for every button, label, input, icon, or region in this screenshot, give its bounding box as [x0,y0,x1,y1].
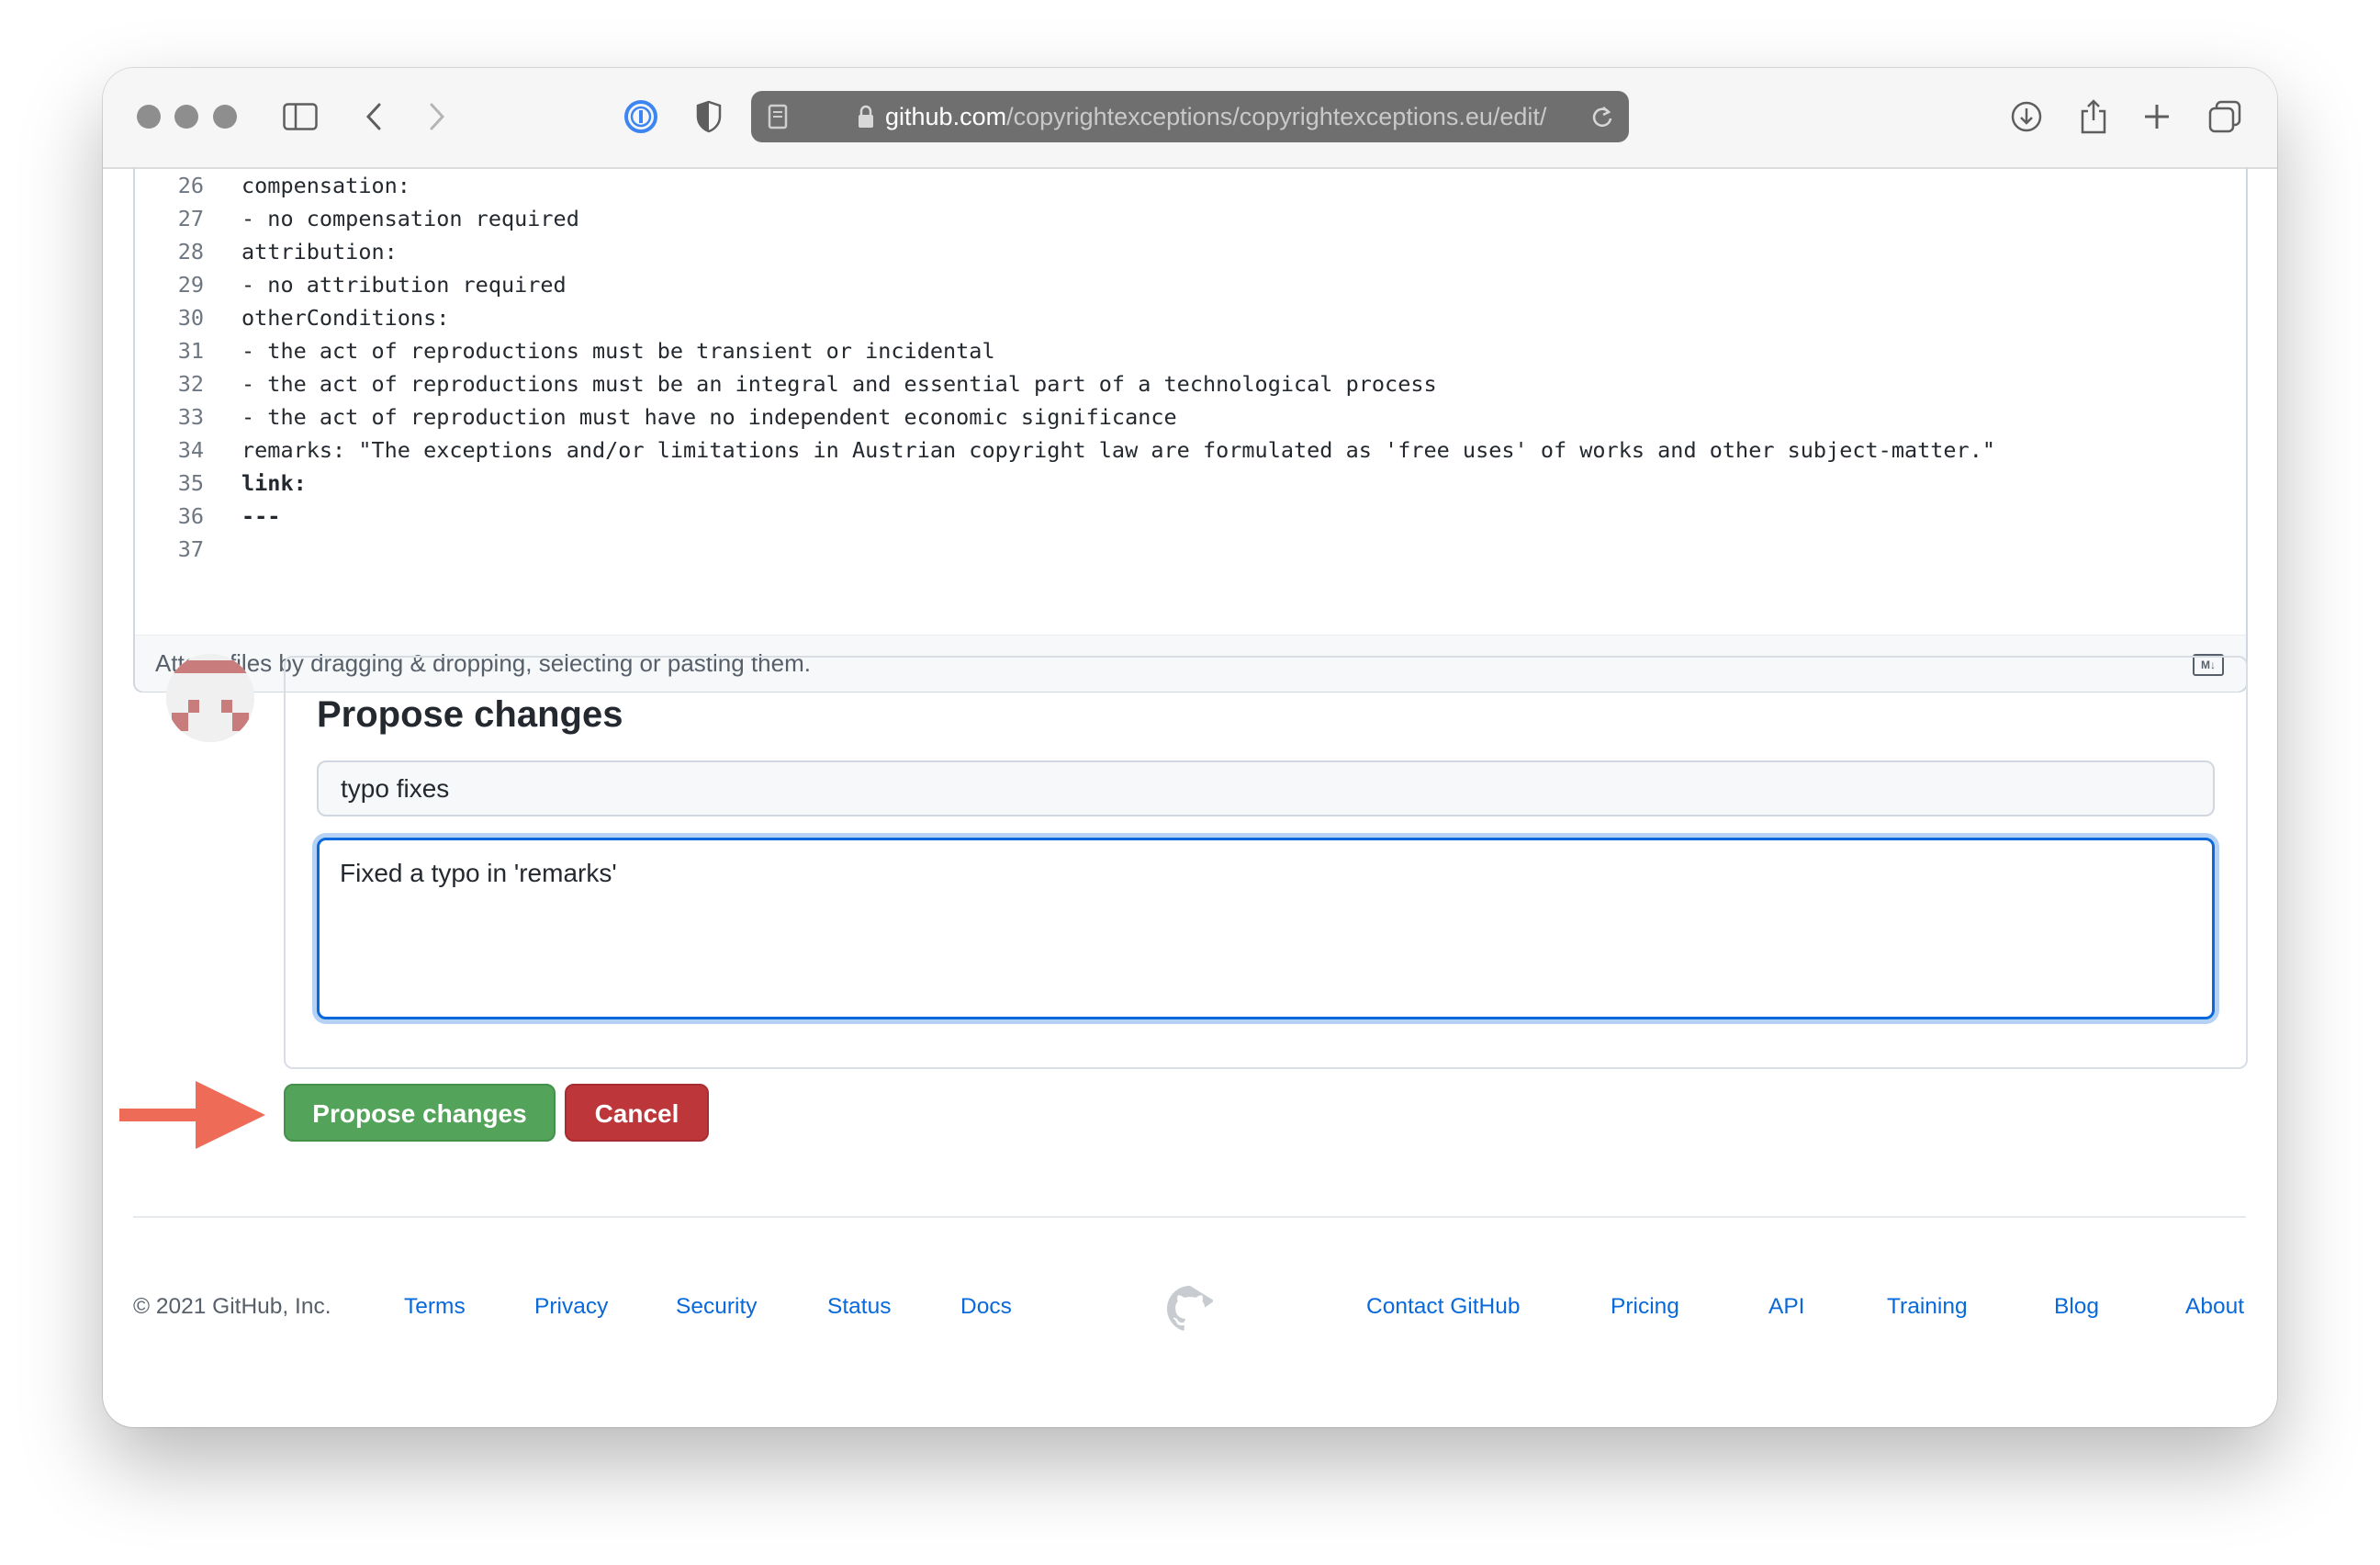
privacy-shield-icon[interactable] [688,96,730,138]
reader-icon[interactable] [768,104,788,134]
footer-link-privacy[interactable]: Privacy [534,1292,608,1322]
minimize-window-button[interactable] [174,105,198,129]
line-text: - the act of reproductions must be an in… [241,371,1437,397]
footer-link-terms[interactable]: Terms [404,1292,466,1322]
footer-link-security[interactable]: Security [676,1292,758,1322]
propose-changes-title: Propose changes [317,694,623,735]
line-number: 36 [177,503,204,529]
cancel-button[interactable]: Cancel [565,1084,709,1142]
new-tab-icon[interactable] [2136,96,2178,138]
password-manager-icon[interactable] [620,96,662,138]
footer-link-blog[interactable]: Blog [2054,1292,2099,1322]
footer-link-docs[interactable]: Docs [960,1292,1012,1322]
footer-link-about[interactable]: About [2185,1292,2244,1322]
reload-icon[interactable] [1590,104,1614,134]
url-host: github.com [885,103,1007,130]
tabs-overview-icon[interactable] [2204,96,2246,138]
line-text: compensation: [241,173,410,198]
line-text: - the act of reproductions must be trans… [241,338,995,364]
close-window-button[interactable] [137,105,161,129]
footer-copyright: © 2021 GitHub, Inc. [133,1294,331,1319]
line-number: 32 [177,371,204,397]
footer-link-training[interactable]: Training [1887,1292,1968,1322]
footer-link-pricing[interactable]: Pricing [1611,1292,1679,1322]
line-number: 28 [177,239,204,265]
avatar[interactable] [166,654,254,742]
line-number: 26 [177,173,204,198]
line-text: - no compensation required [241,206,579,231]
line-text: - no attribution required [241,272,567,298]
line-number: 30 [177,305,204,331]
browser-window: github.com/copyrightexceptions/copyright… [103,68,2277,1427]
lock-icon [858,105,874,133]
address-bar[interactable]: github.com/copyrightexceptions/copyright… [751,91,1629,142]
back-icon[interactable] [353,96,395,138]
url-text[interactable]: github.com/copyrightexceptions/copyright… [885,91,1565,142]
github-logo-icon[interactable] [1167,1286,1227,1336]
commit-description-textarea[interactable]: Fixed a typo in 'remarks' [317,838,2215,1019]
footer-link-contact-github[interactable]: Contact GitHub [1366,1292,1521,1322]
commit-summary-input[interactable]: typo fixes [317,760,2215,816]
line-text: otherConditions: [241,305,450,331]
sidebar-icon[interactable] [279,96,321,138]
propose-changes-form: Propose changes typo fixes Fixed a typo … [284,656,2248,1069]
footer-link-status[interactable]: Status [827,1292,891,1322]
line-text: --- [241,503,281,529]
url-path: /copyrightexceptions/copyrightexceptions… [1006,103,1547,130]
propose-changes-button[interactable]: Propose changes [284,1084,556,1142]
line-number: 31 [177,338,204,364]
footer-link-api[interactable]: API [1768,1292,1805,1322]
browser-toolbar: github.com/copyrightexceptions/copyright… [103,68,2277,169]
annotation-arrow-icon [119,1081,266,1155]
line-number: 33 [177,404,204,430]
share-icon[interactable] [2072,96,2115,138]
line-text: remarks: "The exceptions and/or limitati… [241,437,1996,463]
forward-icon[interactable] [416,96,458,138]
line-number: 34 [177,437,204,463]
zoom-window-button[interactable] [213,105,237,129]
line-text: attribution: [241,239,398,265]
footer-divider [133,1216,2246,1218]
line-number: 37 [177,536,204,562]
line-text: - the act of reproduction must have no i… [241,404,1177,430]
file-editor[interactable]: 26 compensation: 27 - no compensation requi… [133,167,2248,692]
download-icon[interactable] [2005,96,2048,138]
line-number: 29 [177,272,204,298]
line-text: link: [241,470,307,496]
line-number: 35 [177,470,204,496]
line-number: 27 [177,206,204,231]
